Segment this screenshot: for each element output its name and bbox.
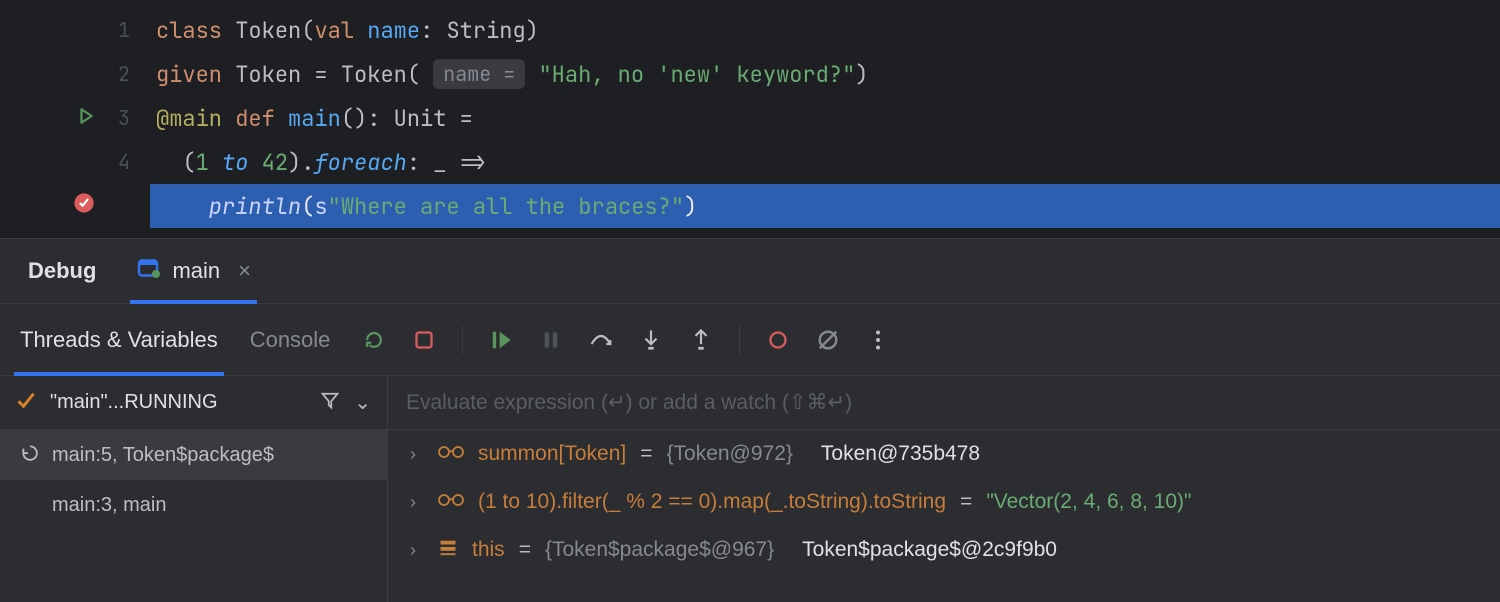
pause-icon[interactable] (539, 328, 563, 352)
editor-gutter: 1 2 3 4 (0, 0, 150, 238)
frame-label: main:3, main (52, 494, 167, 517)
debug-body: "main"...RUNNING ⌄ main:5, Token$package… (0, 376, 1500, 602)
evaluate-expression-input[interactable]: Evaluate expression (↵) or add a watch (… (388, 376, 1500, 430)
thread-status-icon (16, 390, 36, 416)
filter-icon[interactable] (320, 390, 340, 416)
run-gutter-icon[interactable] (77, 105, 95, 131)
object-id: {Token@972} (667, 442, 793, 466)
rerun-icon[interactable] (362, 328, 386, 352)
code-area[interactable]: class Token(val name: String) given Toke… (150, 0, 1500, 238)
toolwindow-title: Debug (28, 258, 96, 284)
code-editor[interactable]: 1 2 3 4 class Token(val name: String) gi… (0, 0, 1500, 238)
application-icon (136, 256, 160, 286)
variable-name: this (472, 538, 505, 562)
value-text: "Vector(2, 4, 6, 8, 10)" (986, 490, 1191, 514)
expand-icon[interactable]: › (410, 444, 424, 465)
expand-icon[interactable]: › (410, 492, 424, 513)
debug-toolbar: Threads & Variables Console (0, 304, 1500, 376)
field-icon (438, 537, 458, 563)
stop-icon[interactable] (412, 328, 436, 352)
expand-icon[interactable]: › (410, 540, 424, 561)
chevron-down-icon[interactable]: ⌄ (354, 390, 371, 415)
watch-expression: (1 to 10).filter(_ % 2 == 0).map(_.toStr… (478, 490, 946, 514)
run-config-tab[interactable]: main × (136, 239, 251, 303)
tab-console[interactable]: Console (250, 304, 331, 375)
debug-toolwindow-header: Debug main × (0, 238, 1500, 304)
variables-pane[interactable]: Evaluate expression (↵) or add a watch (… (388, 376, 1500, 602)
current-execution-line: println(s"Where are all the braces?") (150, 184, 1500, 228)
step-over-icon[interactable] (589, 328, 613, 352)
variable-row[interactable]: › summon[Token] = {Token@972} Token@735b… (388, 430, 1500, 478)
breakpoint-icon[interactable] (73, 192, 95, 220)
thread-label[interactable]: "main"...RUNNING (50, 391, 306, 414)
frames-pane[interactable]: "main"...RUNNING ⌄ main:5, Token$package… (0, 376, 388, 602)
drop-frame-icon[interactable] (20, 443, 38, 467)
mute-breakpoints-icon[interactable] (816, 328, 840, 352)
more-icon[interactable] (866, 328, 890, 352)
step-out-icon[interactable] (689, 328, 713, 352)
tab-threads-variables[interactable]: Threads & Variables (20, 304, 218, 375)
inlay-hint: name = (433, 59, 525, 89)
value-text: Token@735b478 (821, 442, 980, 466)
stack-frame[interactable]: main:3, main (0, 480, 387, 530)
resume-icon[interactable] (489, 328, 513, 352)
frame-label: main:5, Token$package$ (52, 444, 274, 467)
watch-icon (438, 490, 464, 514)
line-number: 1 (110, 17, 130, 43)
line-number: 4 (110, 149, 130, 175)
run-config-name: main (172, 258, 220, 284)
object-id: {Token$package$@967} (545, 538, 774, 562)
step-into-icon[interactable] (639, 328, 663, 352)
watch-icon (438, 442, 464, 466)
variable-row[interactable]: › (1 to 10).filter(_ % 2 == 0).map(_.toS… (388, 478, 1500, 526)
line-number: 3 (110, 105, 130, 131)
stack-frame[interactable]: main:5, Token$package$ (0, 430, 387, 480)
value-text: Token$package$@2c9f9b0 (802, 538, 1057, 562)
view-breakpoints-icon[interactable] (766, 328, 790, 352)
line-number: 2 (110, 61, 130, 87)
close-tab-icon[interactable]: × (238, 258, 251, 284)
watch-expression: summon[Token] (478, 442, 626, 466)
variable-row[interactable]: › this = {Token$package$@967} Token$pack… (388, 526, 1500, 574)
